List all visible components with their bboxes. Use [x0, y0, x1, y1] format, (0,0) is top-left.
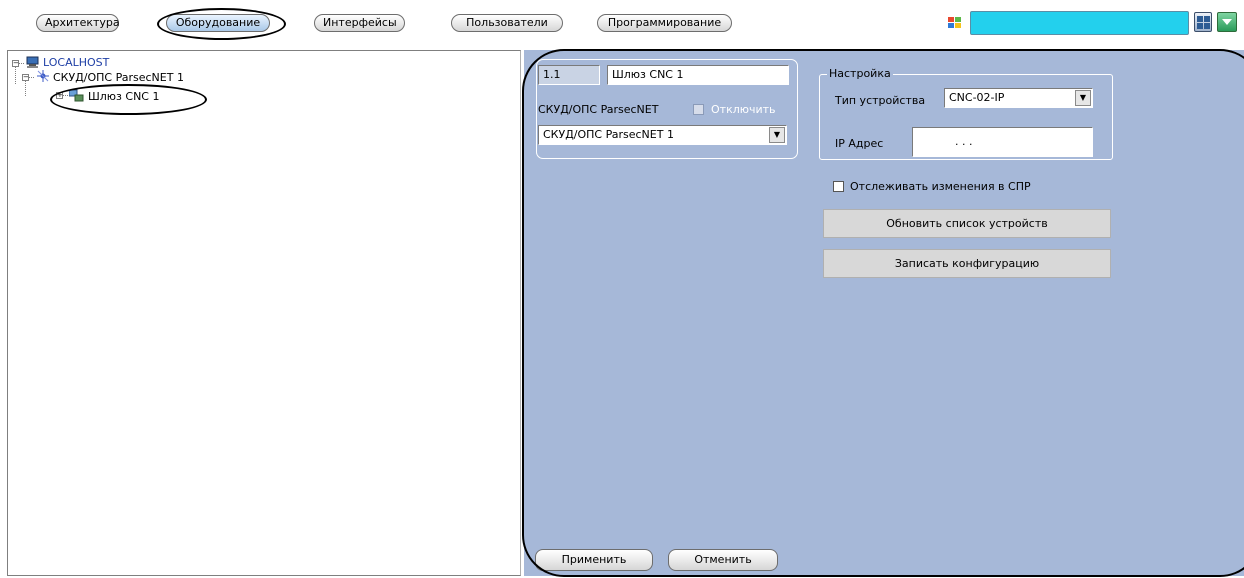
chevron-down-icon[interactable]: ▼ — [769, 127, 785, 143]
object-tree[interactable]: − LOCALHOST − СКУД/ОПС ParsecNET 1 + Шлю… — [7, 50, 521, 576]
tree-node-localhost[interactable]: LOCALHOST — [43, 56, 109, 69]
tab-programming[interactable]: Программирование — [597, 14, 732, 32]
track-changes-checkbox[interactable] — [833, 181, 844, 192]
top-toolbar: Архитектура Оборудование Интерфейсы Поль… — [0, 0, 1244, 46]
cancel-button[interactable]: Отменить — [668, 549, 778, 571]
ip-address-field[interactable]: . . . — [912, 127, 1093, 157]
expand-toggle-gateway[interactable]: + — [56, 92, 63, 99]
tab-architecture[interactable]: Архитектура — [36, 14, 120, 32]
object-id-field[interactable]: 1.1 — [538, 65, 600, 85]
dropdown-arrow-icon[interactable] — [1217, 12, 1237, 32]
refresh-devices-button[interactable]: Обновить список устройств — [823, 209, 1111, 238]
computer-icon — [26, 56, 39, 68]
disable-label: Отключить — [711, 103, 776, 116]
ip-address-label: IP Адрес — [835, 137, 884, 150]
collapse-toggle-parsec[interactable]: − — [22, 74, 29, 81]
device-type-value: CNC-02-IP — [949, 91, 1005, 104]
windows-logo-icon — [948, 17, 961, 28]
object-name-field[interactable]: Шлюз CNC 1 — [607, 65, 789, 85]
status-bar[interactable] — [970, 11, 1189, 35]
track-changes-label: Отслеживать изменения в СПР — [850, 180, 1031, 193]
chevron-down-icon[interactable]: ▼ — [1075, 90, 1091, 106]
parent-select[interactable]: СКУД/ОПС ParsecNET 1 ▼ — [538, 125, 787, 145]
network-icon — [37, 70, 49, 82]
apply-button[interactable]: Применить — [535, 549, 653, 571]
tree-node-gateway[interactable]: Шлюз CNC 1 — [88, 90, 159, 103]
tab-interfaces[interactable]: Интерфейсы — [314, 14, 405, 32]
gateway-icon — [69, 89, 84, 102]
write-config-button[interactable]: Записать конфигурацию — [823, 249, 1111, 278]
layout-grid-icon[interactable] — [1194, 12, 1212, 32]
settings-group-title: Настройка — [827, 67, 893, 80]
tab-equipment[interactable]: Оборудование — [166, 14, 270, 32]
parent-label: СКУД/ОПС ParsecNET — [538, 103, 659, 116]
tab-users[interactable]: Пользователи — [451, 14, 563, 32]
tree-node-parsecnet[interactable]: СКУД/ОПС ParsecNET 1 — [53, 71, 184, 84]
device-type-select[interactable]: CNC-02-IP ▼ — [944, 88, 1093, 108]
disable-checkbox[interactable] — [693, 104, 704, 115]
parent-select-value: СКУД/ОПС ParsecNET 1 — [543, 128, 674, 141]
collapse-toggle-root[interactable]: − — [12, 60, 19, 67]
device-type-label: Тип устройства — [835, 94, 926, 107]
